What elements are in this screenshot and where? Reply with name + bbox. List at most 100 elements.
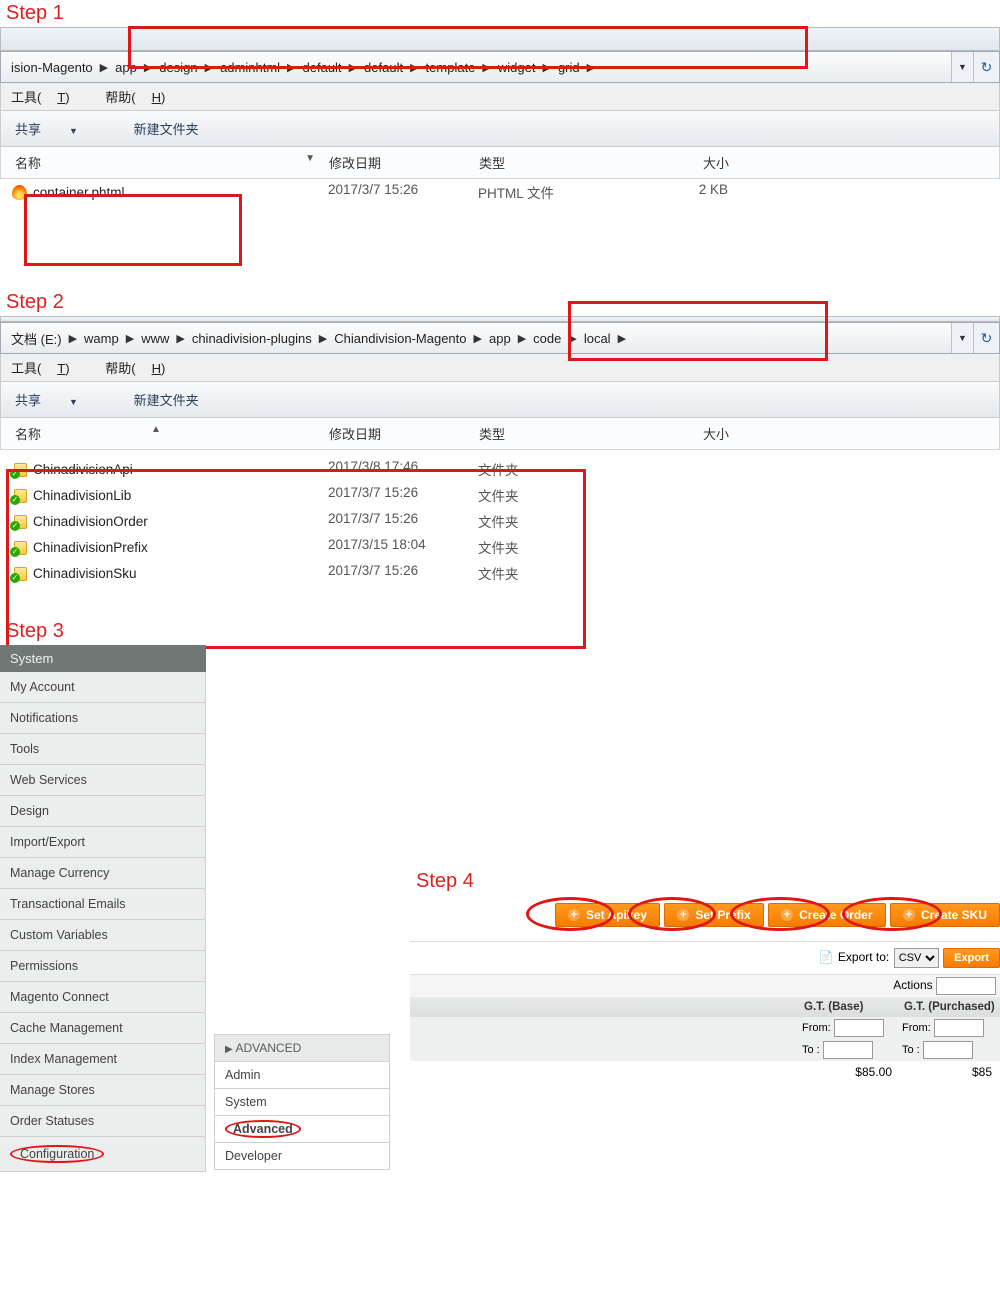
plus-icon: + [781,909,793,921]
breadcrumb-item[interactable]: www [137,329,173,348]
system-menu-item[interactable]: Index Management [0,1044,206,1075]
menu-tools[interactable]: 工具(T) [11,361,86,376]
breadcrumb-bar-1: ision-Magento▶app▶design▶adminhtml▶defau… [0,51,1000,83]
refresh-button[interactable]: ↻ [973,323,999,353]
system-menu-item[interactable]: Manage Currency [0,858,206,889]
breadcrumb-item[interactable]: ision-Magento [7,58,97,77]
file-row[interactable]: ChinadivisionApi2017/3/8 17:46文件夹 [0,456,1000,482]
col-name[interactable]: 名称▲ [1,424,329,443]
breadcrumb-item[interactable]: app [111,58,141,77]
system-menu-item[interactable]: Transactional Emails [0,889,206,920]
system-menu-item[interactable]: My Account [0,672,206,703]
breadcrumb-item[interactable]: 文档 (E:) [7,327,66,350]
system-menu-item[interactable]: Manage Stores [0,1075,206,1106]
breadcrumb-dropdown[interactable]: ▼ [951,52,973,82]
share-button[interactable]: 共享▼ [15,393,104,408]
system-menu-item[interactable]: Custom Variables [0,920,206,951]
file-type: 文件夹 [478,511,628,531]
breadcrumb-item[interactable]: widget [494,58,540,77]
breadcrumb-item[interactable]: adminhtml [216,58,284,77]
advanced-menu-item[interactable]: Advanced [214,1116,390,1143]
breadcrumb-item[interactable]: app [485,329,515,348]
col-type[interactable]: 类型 [479,424,629,443]
col-date[interactable]: 修改日期 [329,153,479,172]
export-button[interactable]: Export [943,948,1000,968]
col-size[interactable]: 大小 [629,153,739,172]
system-menu-item[interactable]: Web Services [0,765,206,796]
breadcrumb-item[interactable]: template [422,58,480,77]
menu-header-system: System [0,645,206,672]
system-menu-item[interactable]: Design [0,796,206,827]
system-menu-item[interactable]: Notifications [0,703,206,734]
plus-icon: + [677,909,689,921]
menu-help[interactable]: 帮助(H) [105,361,181,376]
plus-icon: + [903,909,915,921]
breadcrumb-item[interactable]: local [580,329,615,348]
share-button[interactable]: 共享▼ [15,122,104,137]
sort-indicator: ▼ [305,153,315,164]
menu-bar: 工具(T) 帮助(H) [0,354,1000,382]
file-row[interactable]: ChinadivisionLib2017/3/7 15:26文件夹 [0,482,1000,508]
actions-input[interactable] [936,977,996,995]
folder-icon [12,566,27,581]
folder-icon [12,514,27,529]
folder-icon [12,488,27,503]
breadcrumb-item[interactable]: Chiandivision-Magento [330,329,470,348]
col-date[interactable]: 修改日期 [329,424,479,443]
system-menu-item[interactable]: Tools [0,734,206,765]
col-gt-base[interactable]: G.T. (Base) [800,997,900,1017]
folder-icon [12,540,27,555]
create-order-button[interactable]: +Create Order [768,903,885,927]
col-type[interactable]: 类型 [479,153,629,172]
export-to-label: Export to: [838,950,889,964]
breadcrumb-item[interactable]: default [360,58,407,77]
system-menu-item[interactable]: Import/Export [0,827,206,858]
column-headers: 名称▼ 修改日期 类型 大小 [0,147,1000,179]
breadcrumb-item[interactable]: code [529,329,565,348]
system-menu-item[interactable]: Order Statuses [0,1106,206,1137]
chevron-right-icon: ▶ [479,61,493,74]
toolbar: 共享▼ 新建文件夹 [0,382,1000,418]
gt-base-to[interactable] [823,1041,873,1059]
export-format-select[interactable]: CSV [894,948,939,968]
col-size[interactable]: 大小 [629,424,739,443]
file-size [628,485,738,505]
advanced-menu-item[interactable]: Developer [214,1143,390,1170]
system-menu-item[interactable]: Cache Management [0,1013,206,1044]
advanced-menu-item[interactable]: Admin [214,1062,390,1089]
file-row[interactable]: ChinadivisionSku2017/3/7 15:26文件夹 [0,560,1000,586]
system-menu-item[interactable]: Permissions [0,951,206,982]
breadcrumb-dropdown[interactable]: ▼ [951,323,973,353]
file-date: 2017/3/7 15:26 [328,511,478,531]
file-row[interactable]: ChinadivisionPrefix2017/3/15 18:04文件夹 [0,534,1000,560]
gt-base-from[interactable] [834,1019,884,1037]
new-folder-button[interactable]: 新建文件夹 [134,122,199,137]
file-row[interactable]: ChinadivisionOrder2017/3/7 15:26文件夹 [0,508,1000,534]
breadcrumb-item[interactable]: default [299,58,346,77]
advanced-menu-item[interactable]: System [214,1089,390,1116]
col-name[interactable]: 名称▼ [1,153,329,172]
new-folder-button[interactable]: 新建文件夹 [134,393,199,408]
create-sku-button[interactable]: +Create SKU [890,903,1000,927]
breadcrumb-item[interactable]: wamp [80,329,123,348]
chevron-right-icon: ▶ [407,61,421,74]
file-size [628,511,738,531]
menu-tools[interactable]: 工具(T) [11,90,86,105]
system-menu-item[interactable]: Configuration [0,1137,206,1172]
plus-icon: + [568,909,580,921]
system-menu-item[interactable]: Magento Connect [0,982,206,1013]
col-gt-purchased[interactable]: G.T. (Purchased) [900,997,1000,1017]
breadcrumb-item[interactable]: grid [554,58,584,77]
breadcrumb-item[interactable]: chinadivision-plugins [188,329,316,348]
set-prefix-button[interactable]: +Set Prefix [664,903,763,927]
gt-purch-value: $85 [900,1065,1000,1079]
set-apikey-button[interactable]: +Set Apikey [555,903,660,927]
breadcrumb-item[interactable]: design [155,58,201,77]
from-label: From: [802,1022,831,1034]
file-row[interactable]: container.phtml2017/3/7 15:26PHTML 文件2 K… [0,179,1000,205]
refresh-button[interactable]: ↻ [973,52,999,82]
gt-purch-from[interactable] [934,1019,984,1037]
gt-purch-to[interactable] [923,1041,973,1059]
menu-help[interactable]: 帮助(H) [105,90,181,105]
file-size [628,537,738,557]
